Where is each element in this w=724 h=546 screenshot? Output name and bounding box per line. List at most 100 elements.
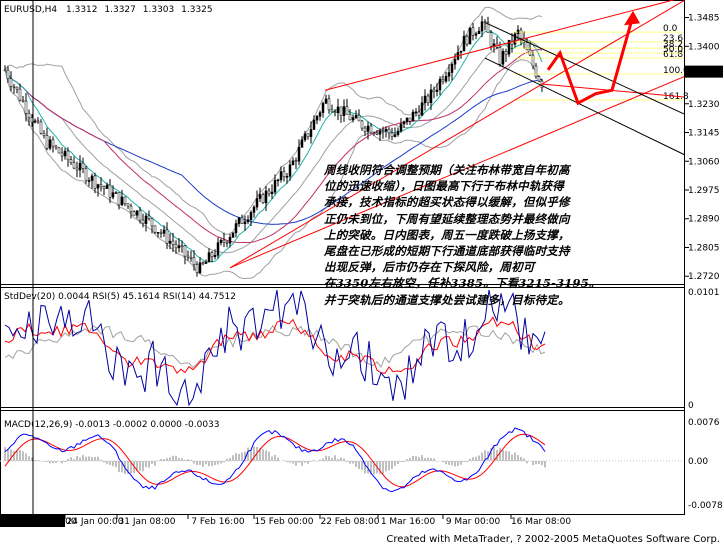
candle-body [117,192,121,206]
candle-body [471,27,475,36]
candle-body [129,205,133,213]
candle-body [438,79,442,91]
candle-body [93,175,97,189]
candle-body [294,160,298,162]
candle-body [399,123,403,132]
candle-body [489,32,493,47]
candle-body [177,245,181,249]
candle-body [216,242,220,256]
candle-body [465,35,469,45]
candle-body [240,217,244,224]
price-axis-label: 1.2805 [688,243,720,253]
candle-body [249,212,253,221]
candle-body [144,215,148,224]
time-axis-label: 22 Feb 08:00 [320,517,379,527]
candle-body [183,245,187,257]
candle-body [72,162,76,169]
candle-body [234,223,238,233]
candle-body [420,102,424,116]
candle-body [78,162,82,171]
candle-body [504,51,508,55]
candle-body [342,106,346,116]
candle-body [96,184,100,189]
candle-body [513,33,517,45]
candle-body [321,103,325,113]
candle-body [120,196,124,206]
annotation-line: 在3350左右放空，任补3385。下看3215-3195。 [324,276,601,291]
footer-credit: Created with MetaTrader, ? 2002-2005 Met… [386,534,720,545]
time-axis-label: 15 Feb 00:00 [254,517,313,527]
candle-body [126,203,130,207]
candle-body [168,240,172,244]
candle-body [108,184,112,198]
candle-body [288,164,292,177]
candle-body [267,190,271,195]
current-price-label: 1.3325 [689,68,721,78]
candle-body [366,125,370,132]
candle-body [408,117,412,122]
candle-body [462,35,466,52]
candle-body [252,206,256,213]
candle-body [102,186,106,189]
candle-body [147,215,151,219]
candle-body [159,232,163,234]
candle-body [231,232,235,238]
candle-body [519,29,523,39]
candle-body [153,225,157,233]
candle-body [207,252,211,263]
candle-body [135,210,139,216]
candle-body [237,217,241,224]
candle-body [225,241,229,244]
candle-body [498,47,502,65]
candle-body [315,116,319,121]
candle-body [291,160,295,165]
candle-body [480,21,484,32]
main-chart-title: EURUSD,H4 1.3312 1.3327 1.3303 1.3325 [4,5,213,15]
candle-body [18,88,22,101]
candle-body [345,106,349,115]
annotation-line: 位的迅速收缩），日图最高下行于布林中轨获得 [324,179,564,194]
annotation-line: 正仍未到位，下周有望延续整理态势并最终做向 [324,211,570,226]
candle-body [105,184,109,189]
candle-body [360,120,364,129]
candle-body [228,237,232,244]
annotation-line: 出现反弹，后市仍存在下探风险，周初可 [324,260,535,275]
time-axis-label: 1 Mar 16:00 [381,517,436,527]
candle-body [423,95,427,104]
candle-body [351,117,355,121]
candle-body [453,59,457,65]
macd-axis-label: 0.0076 [688,418,720,428]
candle-body [189,257,193,259]
candle-body [300,139,304,148]
candle-body [246,219,250,223]
candle-body [75,167,79,171]
stddev-axis-label: 0.0101 [688,288,720,298]
candle-body [303,133,307,141]
candle-body [477,30,481,34]
fibonacci-level-label: 50.0 [663,45,683,55]
time-axis-label: 16 Mar 08:00 [511,517,571,527]
candle-body [15,86,19,90]
candle-body [12,86,16,88]
candle-body [201,262,205,265]
candle-body [198,262,202,273]
candle-body [114,192,118,194]
candle-body [354,115,358,118]
candle-body [63,150,67,157]
annotation-line: 尾盘在已形成的短期下行通道底部获得临时支持 [324,244,570,259]
candle-body [387,129,391,134]
candle-body [318,112,322,117]
candle-body [123,196,127,205]
candle-body [45,135,49,149]
candle-body [219,239,223,243]
candle-body [60,152,64,157]
fibonacci-level-label: 0.0 [663,24,678,34]
price-axis-label: 1.3485 [688,14,720,24]
candle-body [276,179,280,182]
stddev-axis-label: 0 [688,401,694,411]
candle-body [396,130,400,135]
candle-body [417,111,421,116]
candle-body [111,192,115,198]
candle-body [327,98,331,111]
price-axis-label: 1.3400 [688,42,720,52]
